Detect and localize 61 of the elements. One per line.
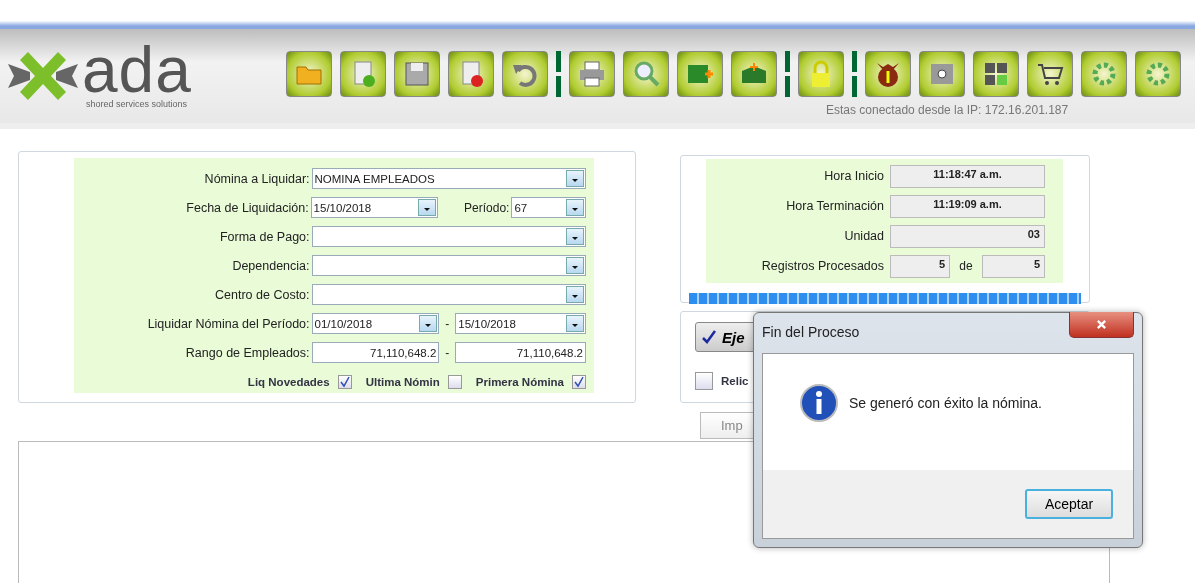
- field-label: Centro de Costo:: [214, 287, 311, 302]
- new-doc-icon[interactable]: [340, 51, 386, 97]
- checkbox-label: Ultima Nómin: [365, 376, 440, 388]
- status-value: 11:18:47 a.m.: [890, 164, 1045, 188]
- delete-doc-icon[interactable]: [448, 51, 494, 97]
- checkbox[interactable]: [337, 375, 352, 389]
- range-separator: -: [444, 345, 451, 360]
- field-label: Rango de Empleados:: [184, 345, 311, 360]
- excel-icon[interactable]: [677, 51, 723, 97]
- box-icon[interactable]: [731, 51, 777, 97]
- cart-icon[interactable]: [1027, 51, 1073, 97]
- dropdown-field[interactable]: NOMINA EMPLEADOS: [311, 168, 586, 189]
- field-label: Fecha de Liquidación:: [185, 200, 310, 215]
- status-label: Hora Inicio: [823, 169, 885, 183]
- folder-icon[interactable]: [286, 51, 332, 97]
- date-field[interactable]: 01/10/2018: [311, 313, 440, 334]
- print-icon[interactable]: [569, 51, 615, 97]
- status-value: 03: [890, 224, 1045, 248]
- undo-icon[interactable]: [502, 51, 548, 97]
- close-button[interactable]: [1069, 312, 1134, 338]
- date-field[interactable]: 15/10/2018: [310, 197, 438, 218]
- field-label: Período:: [463, 200, 511, 215]
- dropdown-field[interactable]: [311, 226, 586, 247]
- accept-button[interactable]: Aceptar: [1025, 489, 1113, 519]
- status-label: Unidad: [843, 229, 885, 243]
- close-icon: [1096, 319, 1107, 330]
- date-field[interactable]: 15/10/2018: [455, 313, 586, 334]
- field-label: Liquidar Nómina del Período:: [146, 316, 311, 331]
- save-icon[interactable]: [394, 51, 440, 97]
- checkbox-label: Primera Nómina: [475, 376, 564, 388]
- info-icon: [799, 383, 839, 423]
- checkbox-label: Liq Novedades: [247, 376, 330, 388]
- connection-info: Estas conectado desde la IP: 172.16.201.187: [826, 103, 1069, 117]
- grid-icon[interactable]: [973, 51, 1019, 97]
- dropdown-field[interactable]: [311, 284, 586, 305]
- checkbox[interactable]: [572, 375, 586, 389]
- checkbox[interactable]: [695, 372, 713, 390]
- range-separator: -: [444, 316, 451, 331]
- field-label: Dependencia:: [231, 258, 311, 273]
- field-label: Nómina a Liquidar:: [203, 171, 311, 186]
- field-label: Forma de Pago:: [218, 229, 311, 244]
- dialog-message: Se generó con éxito la nómina.: [849, 395, 1042, 411]
- checkbox-label: Relic: [721, 375, 749, 387]
- status-value: 11:19:09 a.m.: [890, 194, 1045, 218]
- status-label: Registros Procesados: [760, 259, 885, 273]
- status-label: de: [958, 259, 974, 273]
- logo-tagline: shored services solutions: [85, 99, 189, 109]
- dropdown-field[interactable]: [311, 255, 586, 276]
- status-label: Hora Terminación: [785, 199, 885, 213]
- checkbox[interactable]: [447, 375, 462, 389]
- status-value: 5: [890, 254, 950, 278]
- input-field[interactable]: 71,110,648.2: [455, 342, 586, 363]
- logo-name: ada: [82, 41, 192, 99]
- input-field[interactable]: 71,110,648.2: [311, 342, 440, 363]
- checkmark-icon: [702, 330, 716, 344]
- search-icon[interactable]: [623, 51, 669, 97]
- logo-icon: [8, 50, 78, 100]
- status-value: 5: [982, 254, 1045, 278]
- safe-icon[interactable]: [919, 51, 965, 97]
- lock-icon[interactable]: [798, 51, 844, 97]
- dropdown-field[interactable]: 67: [511, 197, 586, 218]
